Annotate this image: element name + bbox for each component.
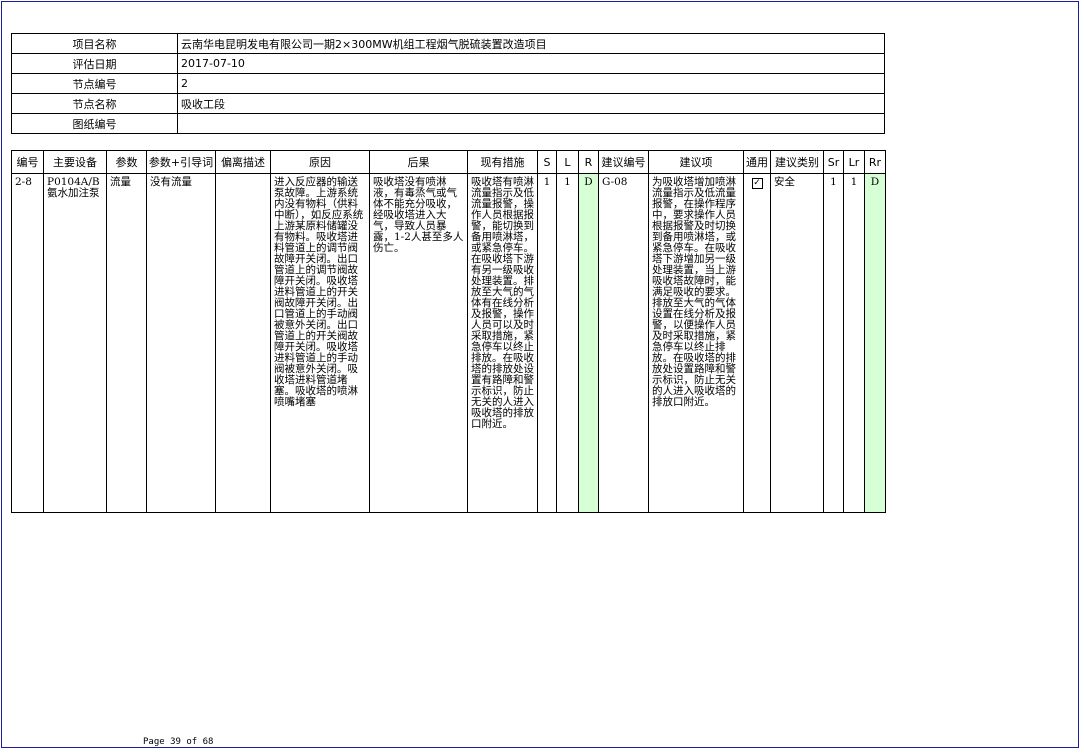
cell-l: 1 bbox=[556, 173, 579, 513]
cell-sr: 1 bbox=[823, 173, 844, 513]
col-header-r: R bbox=[578, 150, 599, 174]
cell-consequence: 吸收塔没有喷淋液，有毒烝气或气体不能充分吸收，经吸收塔进入大气，导致人员暴露，1… bbox=[369, 173, 468, 513]
info-label: 图纸编号 bbox=[11, 113, 178, 134]
col-header-measures: 现有措施 bbox=[467, 150, 538, 174]
cell-s: 1 bbox=[537, 173, 557, 513]
col-header-param: 参数 bbox=[106, 150, 147, 174]
cell-general: ✓ bbox=[743, 173, 771, 513]
info-row-eval-date: 评估日期 2017-07-10 bbox=[11, 53, 885, 74]
info-value: 云南华电昆明发电有限公司一期2×300MW机组工程烟气脱硫装置改造项目 bbox=[177, 33, 885, 54]
cell-lr: 1 bbox=[843, 173, 865, 513]
info-row-node-name: 节点名称 吸收工段 bbox=[11, 93, 885, 114]
info-value: 2017-07-10 bbox=[177, 53, 885, 74]
col-header-id: 编号 bbox=[11, 150, 44, 174]
col-header-guideword: 参数+引导词 bbox=[146, 150, 216, 174]
cell-rr: D bbox=[864, 173, 886, 513]
info-value: 2 bbox=[177, 73, 885, 94]
col-header-sr: Sr bbox=[823, 150, 844, 174]
info-row-node-id: 节点编号 2 bbox=[11, 73, 885, 94]
info-row-drawing-id: 图纸编号 bbox=[11, 113, 885, 134]
page-number: Page 39 of 68 bbox=[143, 737, 214, 747]
table-header-row: 编号 主要设备 参数 参数+引导词 偏离描述 原因 后果 现有措施 S L R … bbox=[11, 150, 886, 174]
col-header-cause: 原因 bbox=[270, 150, 370, 174]
col-header-deviation: 偏离描述 bbox=[215, 150, 271, 174]
info-row-project-name: 项目名称 云南华电昆明发电有限公司一期2×300MW机组工程烟气脱硫装置改造项目 bbox=[11, 33, 885, 54]
col-header-consequence: 后果 bbox=[369, 150, 468, 174]
general-checkbox[interactable]: ✓ bbox=[751, 178, 763, 189]
col-header-l: L bbox=[556, 150, 579, 174]
col-header-general: 通用 bbox=[743, 150, 771, 174]
cell-recommendation: 为吸收塔增加喷淋流量指示及低流量报警，在操作程序中，要求操作人员根据报警及时切换… bbox=[648, 173, 744, 513]
cell-param: 流量 bbox=[106, 173, 147, 513]
cell-cause: 进入反应器的输送泵故障。上游系统内没有物料（供料中断），如反应系统上游某原料储罐… bbox=[270, 173, 370, 513]
info-label: 节点编号 bbox=[11, 73, 178, 94]
cell-rec-type: 安全 bbox=[770, 173, 824, 513]
col-header-s: S bbox=[537, 150, 557, 174]
col-header-rec-id: 建议编号 bbox=[598, 150, 649, 174]
hazop-table: 编号 主要设备 参数 参数+引导词 偏离描述 原因 后果 现有措施 S L R … bbox=[11, 150, 886, 513]
col-header-rr: Rr bbox=[864, 150, 886, 174]
info-label: 评估日期 bbox=[11, 53, 178, 74]
cell-measures: 吸收塔有喷淋流量指示及低流量报警，操作人员根据报警，能切换到备用喷淋塔，或紧急停… bbox=[467, 173, 538, 513]
info-value: 吸收工段 bbox=[177, 93, 885, 114]
info-label: 项目名称 bbox=[11, 33, 178, 54]
cell-id: 2-8 bbox=[11, 173, 44, 513]
cell-rec-id: G-08 bbox=[598, 173, 649, 513]
table-row: 2-8 P0104A/B氨水加注泵 流量 没有流量 进入反应器的输送泵故障。上游… bbox=[11, 173, 886, 513]
cell-equipment: P0104A/B氨水加注泵 bbox=[43, 173, 107, 513]
col-header-lr: Lr bbox=[843, 150, 865, 174]
cell-guideword: 没有流量 bbox=[146, 173, 216, 513]
cell-r: D bbox=[578, 173, 599, 513]
cell-deviation bbox=[215, 173, 271, 513]
info-label: 节点名称 bbox=[11, 93, 178, 114]
project-info-table: 项目名称 云南华电昆明发电有限公司一期2×300MW机组工程烟气脱硫装置改造项目… bbox=[11, 33, 885, 134]
col-header-recommendation: 建议项 bbox=[648, 150, 744, 174]
info-value bbox=[177, 113, 885, 134]
col-header-rec-type: 建议类别 bbox=[770, 150, 824, 174]
col-header-equipment: 主要设备 bbox=[43, 150, 107, 174]
